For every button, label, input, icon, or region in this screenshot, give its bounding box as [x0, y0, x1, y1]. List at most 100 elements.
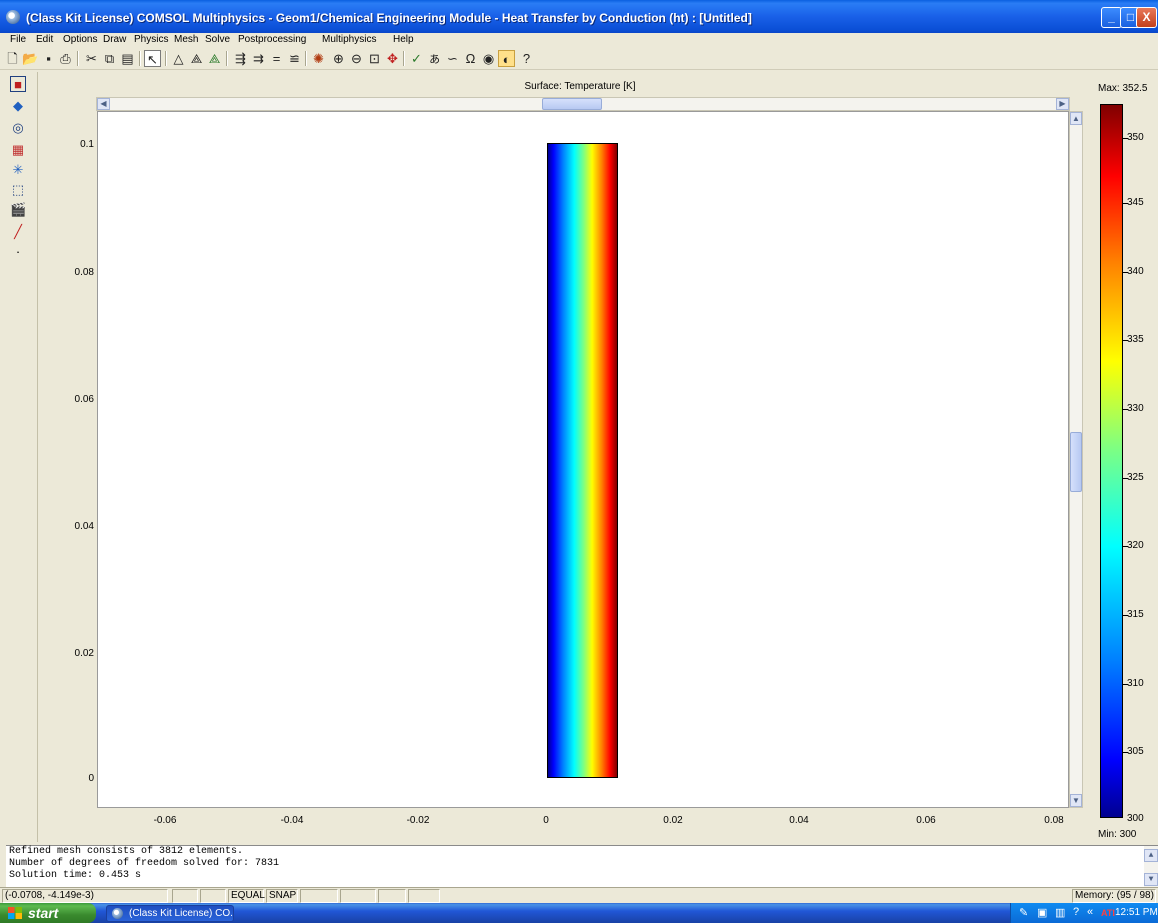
- menu-physics[interactable]: Physics: [134, 34, 168, 45]
- snap-toggle[interactable]: SNAP: [266, 889, 298, 903]
- x-tick-label: 0.04: [789, 815, 809, 826]
- mesh-refine-icon[interactable]: ⟁: [188, 50, 205, 67]
- wave-icon[interactable]: ∽: [444, 50, 461, 67]
- memory-indicator: Memory: (95 / 98): [1072, 889, 1156, 903]
- print-icon[interactable]: ⎙: [57, 50, 74, 67]
- status-cell-empty: [408, 889, 440, 903]
- solve-icon[interactable]: ⇶: [232, 50, 249, 67]
- title-bar[interactable]: (Class Kit License) COMSOL Multiphysics …: [0, 0, 1158, 33]
- point-plot-icon[interactable]: ·: [10, 244, 26, 260]
- toolbar-separator: [226, 51, 228, 66]
- windows-logo-icon: [8, 907, 22, 919]
- restart-icon[interactable]: ⇉: [250, 50, 267, 67]
- menu-file[interactable]: File: [10, 34, 26, 45]
- colorbar-tick-label: 320: [1127, 540, 1144, 551]
- triangle-icon[interactable]: △: [170, 50, 187, 67]
- menu-edit[interactable]: Edit: [36, 34, 53, 45]
- mesh-plot-icon[interactable]: ▦: [10, 142, 26, 158]
- plot-icon[interactable]: ✺: [310, 50, 327, 67]
- sphere-icon[interactable]: ◉: [480, 50, 497, 67]
- network-icon[interactable]: ▣: [1037, 906, 1047, 919]
- vertical-scrollbar[interactable]: ▲ ▼: [1069, 111, 1083, 808]
- scroll-down-icon[interactable]: ▼: [1070, 794, 1082, 807]
- plot-parameters-icon[interactable]: ◐: [498, 50, 515, 67]
- minimize-button[interactable]: _: [1101, 7, 1122, 28]
- close-button[interactable]: X: [1136, 7, 1157, 28]
- pen-icon[interactable]: ✎: [1019, 906, 1028, 919]
- main-toolbar: 🗋 📂 ▪ ⎙ ✂ ⧉ ▤ ↖ △ ⟁ ⟁ ⇶ ⇉ = ≌ ✺ ⊕ ⊖ ⊡ ✥ …: [0, 47, 1158, 70]
- select-pointer-icon[interactable]: ↖: [144, 50, 161, 67]
- menu-solve[interactable]: Solve: [205, 34, 230, 45]
- equal-toggle[interactable]: EQUAL: [228, 889, 265, 903]
- scroll-up-icon[interactable]: ▲: [1070, 112, 1082, 125]
- x-tick-label: 0.08: [1044, 815, 1064, 826]
- status-bar: (-0.0708, -4.149e-3) EQUAL SNAP Memory: …: [0, 887, 1158, 903]
- colorbar-tick-label: 330: [1127, 403, 1144, 414]
- new-file-icon[interactable]: 🗋: [4, 50, 21, 67]
- left-toolbar: ■ ◆ ◎ ▦ ✳ ⬚ 🎬 ╱ ·: [0, 72, 38, 842]
- mesh-select-icon[interactable]: ⟁: [206, 50, 223, 67]
- taskbar-item-comsol[interactable]: (Class Kit License) CO...: [106, 905, 234, 922]
- colorbar-max-label: Max: 352.5: [1098, 83, 1148, 94]
- animate-icon[interactable]: 🎬: [10, 202, 26, 218]
- message-log[interactable]: Refined mesh consists of 3812 elements. …: [6, 845, 1158, 888]
- colorbar-tick-label: 345: [1127, 197, 1144, 208]
- line-plot-icon[interactable]: ╱: [10, 224, 26, 240]
- zoom-in-icon[interactable]: ⊕: [330, 50, 347, 67]
- status-cell-empty: [300, 889, 338, 903]
- log-scroll-up-icon[interactable]: ▲: [1144, 849, 1158, 862]
- boundary-plot-icon[interactable]: ⬚: [10, 182, 26, 198]
- antivirus-icon[interactable]: ATI: [1101, 908, 1115, 918]
- log-scroll-down-icon[interactable]: ▼: [1144, 873, 1158, 886]
- help-icon[interactable]: ?: [518, 50, 535, 67]
- fluid-icon[interactable]: ぁ: [426, 50, 443, 67]
- zoom-window-icon[interactable]: ⊡: [366, 50, 383, 67]
- arrow-plot-icon[interactable]: ✳: [10, 162, 26, 178]
- menu-options[interactable]: Options: [63, 34, 97, 45]
- scroll-left-icon[interactable]: ◀: [97, 98, 110, 110]
- temperature-surface[interactable]: [547, 143, 618, 778]
- equal-icon[interactable]: =: [268, 50, 285, 67]
- paste-icon[interactable]: ▤: [119, 50, 136, 67]
- horizontal-scrollbar[interactable]: ◀ ▶: [96, 97, 1070, 111]
- monitor-icon[interactable]: ▥: [1055, 906, 1065, 919]
- omega-icon[interactable]: Ω: [462, 50, 479, 67]
- open-folder-icon[interactable]: 📂: [22, 50, 39, 67]
- taskbar-item-label: (Class Kit License) CO...: [129, 908, 234, 919]
- surface-plot-icon[interactable]: ■: [10, 76, 26, 92]
- comsol-app-icon: [112, 908, 123, 919]
- isosurface-icon[interactable]: ◎: [10, 120, 26, 136]
- menu-mesh[interactable]: Mesh: [174, 34, 198, 45]
- parameters-icon[interactable]: ≌: [286, 50, 303, 67]
- contour-plot-icon[interactable]: ◆: [10, 98, 26, 114]
- x-tick-label: 0: [543, 815, 549, 826]
- plot-title: Surface: Temperature [K]: [524, 81, 636, 92]
- menu-draw[interactable]: Draw: [103, 34, 126, 45]
- chevron-left-icon[interactable]: «: [1087, 906, 1093, 918]
- check-icon[interactable]: ✓: [408, 50, 425, 67]
- window-title: (Class Kit License) COMSOL Multiphysics …: [26, 11, 752, 25]
- vertical-scroll-thumb[interactable]: [1070, 432, 1082, 492]
- menu-help[interactable]: Help: [393, 34, 414, 45]
- menu-postprocessing[interactable]: Postprocessing: [238, 34, 306, 45]
- zoom-extents-icon[interactable]: ✥: [384, 50, 401, 67]
- log-scrollbar[interactable]: ▲ ▼: [1144, 846, 1158, 888]
- save-icon[interactable]: ▪: [40, 50, 57, 67]
- question-icon[interactable]: ?: [1073, 906, 1079, 918]
- x-tick-label: -0.04: [280, 815, 304, 826]
- copy-icon[interactable]: ⧉: [101, 50, 118, 67]
- menu-multiphysics[interactable]: Multiphysics: [322, 34, 376, 45]
- status-cell-empty: [172, 889, 198, 903]
- horizontal-scroll-thumb[interactable]: [542, 98, 602, 110]
- temperature-colorbar: [1100, 104, 1123, 818]
- zoom-out-icon[interactable]: ⊖: [348, 50, 365, 67]
- scroll-right-icon[interactable]: ▶: [1056, 98, 1069, 110]
- windows-taskbar: start (Class Kit License) CO... ✎ ▣ ▥ ? …: [0, 903, 1158, 923]
- x-tick-label: -0.06: [153, 815, 177, 826]
- start-button[interactable]: start: [0, 903, 96, 923]
- y-tick-label: 0.02: [74, 648, 94, 659]
- comsol-app-icon[interactable]: [6, 10, 20, 24]
- cut-icon[interactable]: ✂: [83, 50, 100, 67]
- y-tick-label: 0: [88, 773, 94, 784]
- comsol-window: (Class Kit License) COMSOL Multiphysics …: [0, 0, 1158, 903]
